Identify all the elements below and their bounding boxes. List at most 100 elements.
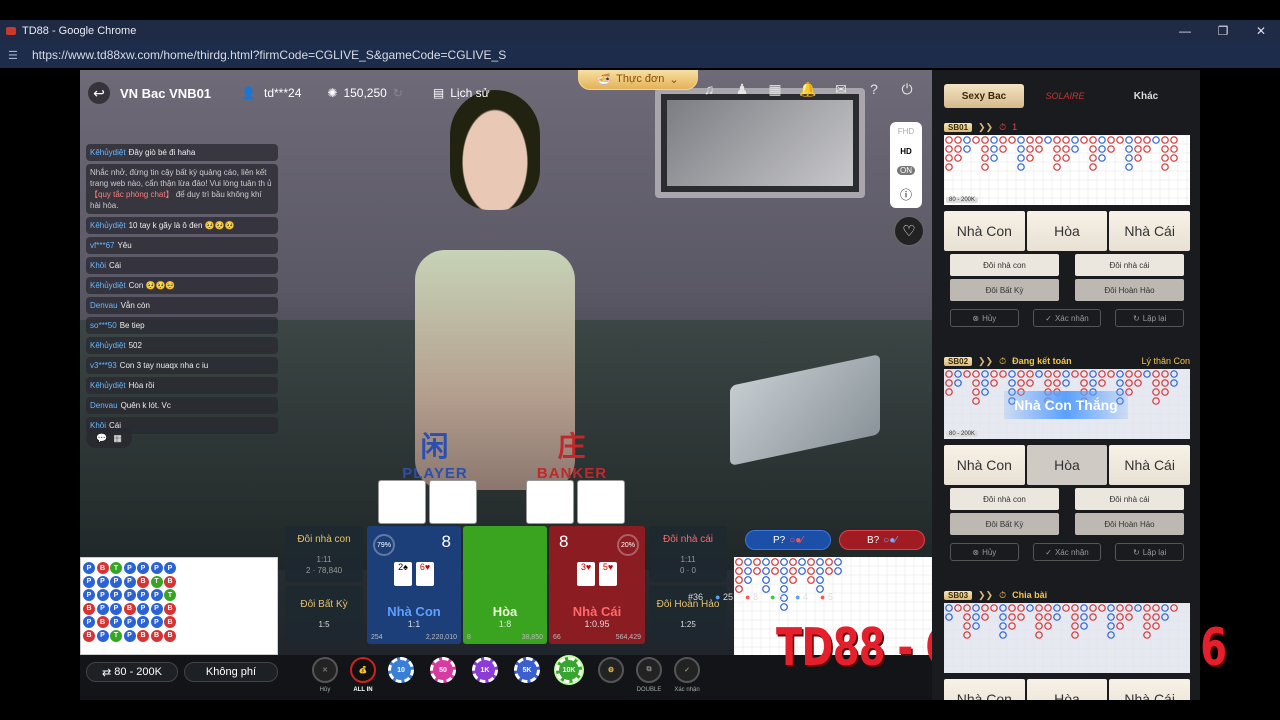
road-marker: [945, 163, 953, 171]
sb01-pair-player[interactable]: Đôi nhà con: [950, 254, 1059, 276]
restore-button[interactable]: ❐: [1204, 20, 1242, 42]
road-marker: [1071, 604, 1079, 612]
bet-pair-any[interactable]: Đôi Bất Kỳ 1:5: [285, 586, 363, 642]
bead-road-ball: P: [123, 616, 136, 628]
sb01-repeat-button[interactable]: ↻ Lặp lại: [1115, 309, 1185, 327]
road-marker: [1116, 370, 1124, 378]
chip-50[interactable]: 50: [430, 657, 456, 683]
sb02-pair-banker[interactable]: Đôi nhà cái: [1075, 488, 1184, 510]
sb02-pair-player[interactable]: Đôi nhà con: [950, 488, 1059, 510]
road-marker: [1152, 397, 1160, 405]
grid-icon[interactable]: ▦: [764, 78, 786, 100]
mail-icon[interactable]: ✉: [830, 78, 852, 100]
sb02-bet-player[interactable]: Nhà Con: [944, 445, 1025, 485]
sb01-bet-banker[interactable]: Nhà Cái: [1109, 211, 1191, 251]
quality-hd[interactable]: HD: [900, 147, 912, 156]
confirm-bet-icon[interactable]: ✓: [674, 657, 700, 683]
road-marker: [1098, 370, 1106, 378]
double-bet-icon[interactable]: ⧉: [636, 657, 662, 683]
road-marker: [1008, 613, 1016, 621]
chip-5k[interactable]: 5K: [514, 657, 540, 683]
road-marker: [1035, 604, 1043, 612]
tab-sexy-bac[interactable]: Sexy Bac: [944, 84, 1024, 108]
chip-10[interactable]: 10: [388, 657, 414, 683]
dealer-icon[interactable]: ♟: [731, 78, 753, 100]
bet-tie[interactable]: Hòa 1:8 8 38,850: [463, 526, 547, 644]
minimize-button[interactable]: —: [1166, 20, 1204, 42]
chat-rules-link[interactable]: 【quy tắc phòng chat】: [90, 190, 174, 199]
favicon-icon: [6, 27, 16, 35]
toggle-switch[interactable]: ON: [897, 166, 915, 176]
chip-1k[interactable]: 1K: [472, 657, 498, 683]
bet-pair-banker[interactable]: Đôi nhà cái 1:11 0 · 0: [649, 526, 727, 582]
music-icon[interactable]: ♫: [698, 78, 720, 100]
chat-toggle-button[interactable]: 💬 ▦: [86, 428, 132, 448]
sb02-confirm-button[interactable]: ✓ Xác nhận: [1032, 543, 1102, 561]
road-marker: [1035, 136, 1043, 144]
road-marker: [807, 576, 815, 584]
cancel-bet-icon[interactable]: ✕: [312, 657, 338, 683]
bead-road-ball: P: [150, 616, 163, 628]
road-marker: [1017, 154, 1025, 162]
road-marker: [963, 631, 971, 639]
bead-road-ball: P: [96, 575, 109, 588]
road-marker: [954, 136, 962, 144]
bead-road-ball: P: [83, 589, 95, 601]
road-marker: [1053, 145, 1061, 153]
history-button[interactable]: ▤ Lịch sử: [433, 86, 490, 100]
power-icon[interactable]: ⏻: [896, 78, 918, 100]
sb03-bet-tie[interactable]: Hòa: [1026, 679, 1108, 700]
bead-road-ball: P: [96, 589, 109, 601]
tab-other[interactable]: Khác: [1106, 84, 1186, 108]
predict-player-button[interactable]: P? ○●⁄: [745, 530, 831, 550]
bet-pair-player[interactable]: Đôi nhà con 1:11 2 · 78,840: [285, 526, 363, 582]
sb01-bet-tie[interactable]: Hòa: [1026, 211, 1108, 251]
road-marker: [1170, 604, 1178, 612]
road-marker: [1125, 370, 1133, 378]
road-marker: [1089, 163, 1097, 171]
quality-fhd[interactable]: FHD: [898, 127, 914, 136]
sb01-pair-any[interactable]: Đôi Bất Kỳ: [950, 279, 1059, 301]
bet-banker[interactable]: 8 20% 3♥ 5♥ Nhà Cái 1:0.95 66 564,429: [549, 526, 645, 644]
sb02-cancel-button[interactable]: ⊗ Hủy: [950, 543, 1019, 561]
sb02-bet-tie[interactable]: Hòa: [1026, 445, 1108, 485]
bet-player[interactable]: 79% 8 2♠ 6♥ Nhà Con 1:1 254 2,220,010: [367, 526, 461, 644]
road-marker: [753, 567, 761, 575]
road-marker: [1053, 379, 1061, 387]
chip-10k[interactable]: 10K: [556, 657, 582, 683]
bell-icon[interactable]: 🔔: [797, 78, 819, 100]
road-marker: [1170, 145, 1178, 153]
favorite-heart-icon[interactable]: ♡: [894, 216, 924, 246]
sb01-cancel-button[interactable]: ⊗ Hủy: [950, 309, 1019, 327]
address-bar[interactable]: ☰ https://www.td88xw.com/home/thirdg.htm…: [0, 42, 1280, 68]
sb02-pair-any[interactable]: Đôi Bất Kỳ: [950, 513, 1059, 535]
road-marker: [1098, 136, 1106, 144]
predict-banker-button[interactable]: B? ○●⁄: [839, 530, 925, 550]
refresh-icon[interactable]: ↻: [393, 86, 403, 100]
close-button[interactable]: ✕: [1242, 20, 1280, 42]
bead-road-ball: T: [164, 589, 176, 601]
url-text[interactable]: https://www.td88xw.com/home/thirdg.html?…: [32, 48, 506, 62]
sb03-bet-player[interactable]: Nhà Con: [944, 679, 1025, 700]
settings-gear-icon[interactable]: ⚙: [598, 657, 624, 683]
sb01-bet-player[interactable]: Nhà Con: [944, 211, 1025, 251]
sb02-pair-perfect[interactable]: Đôi Hoàn Hảo: [1075, 513, 1184, 535]
road-marker: [954, 154, 962, 162]
info-icon[interactable]: ⓘ: [900, 186, 912, 203]
banker-cards: [526, 480, 625, 524]
sb01-pair-banker[interactable]: Đôi nhà cái: [1075, 254, 1184, 276]
sb01-confirm-button[interactable]: ✓ Xác nhận: [1032, 309, 1102, 327]
sb01-pair-perfect[interactable]: Đôi Hoàn Hảo: [1075, 279, 1184, 301]
road-marker: [1008, 622, 1016, 630]
tab-solaire[interactable]: SOLAIRE: [1024, 84, 1106, 108]
sb02-bet-banker[interactable]: Nhà Cái: [1109, 445, 1191, 485]
back-button[interactable]: ↩: [88, 82, 110, 104]
limit-selector[interactable]: ⇄ 80 - 200K: [86, 662, 178, 682]
help-icon[interactable]: ?: [863, 78, 885, 100]
fee-selector[interactable]: Không phí: [184, 662, 278, 682]
sb03-bet-banker[interactable]: Nhà Cái: [1109, 679, 1191, 700]
sb02-repeat-button[interactable]: ↻ Lặp lại: [1115, 543, 1185, 561]
site-settings-icon[interactable]: ☰: [8, 49, 20, 62]
road-marker: [963, 604, 971, 612]
all-in-icon[interactable]: 💰: [350, 657, 376, 683]
